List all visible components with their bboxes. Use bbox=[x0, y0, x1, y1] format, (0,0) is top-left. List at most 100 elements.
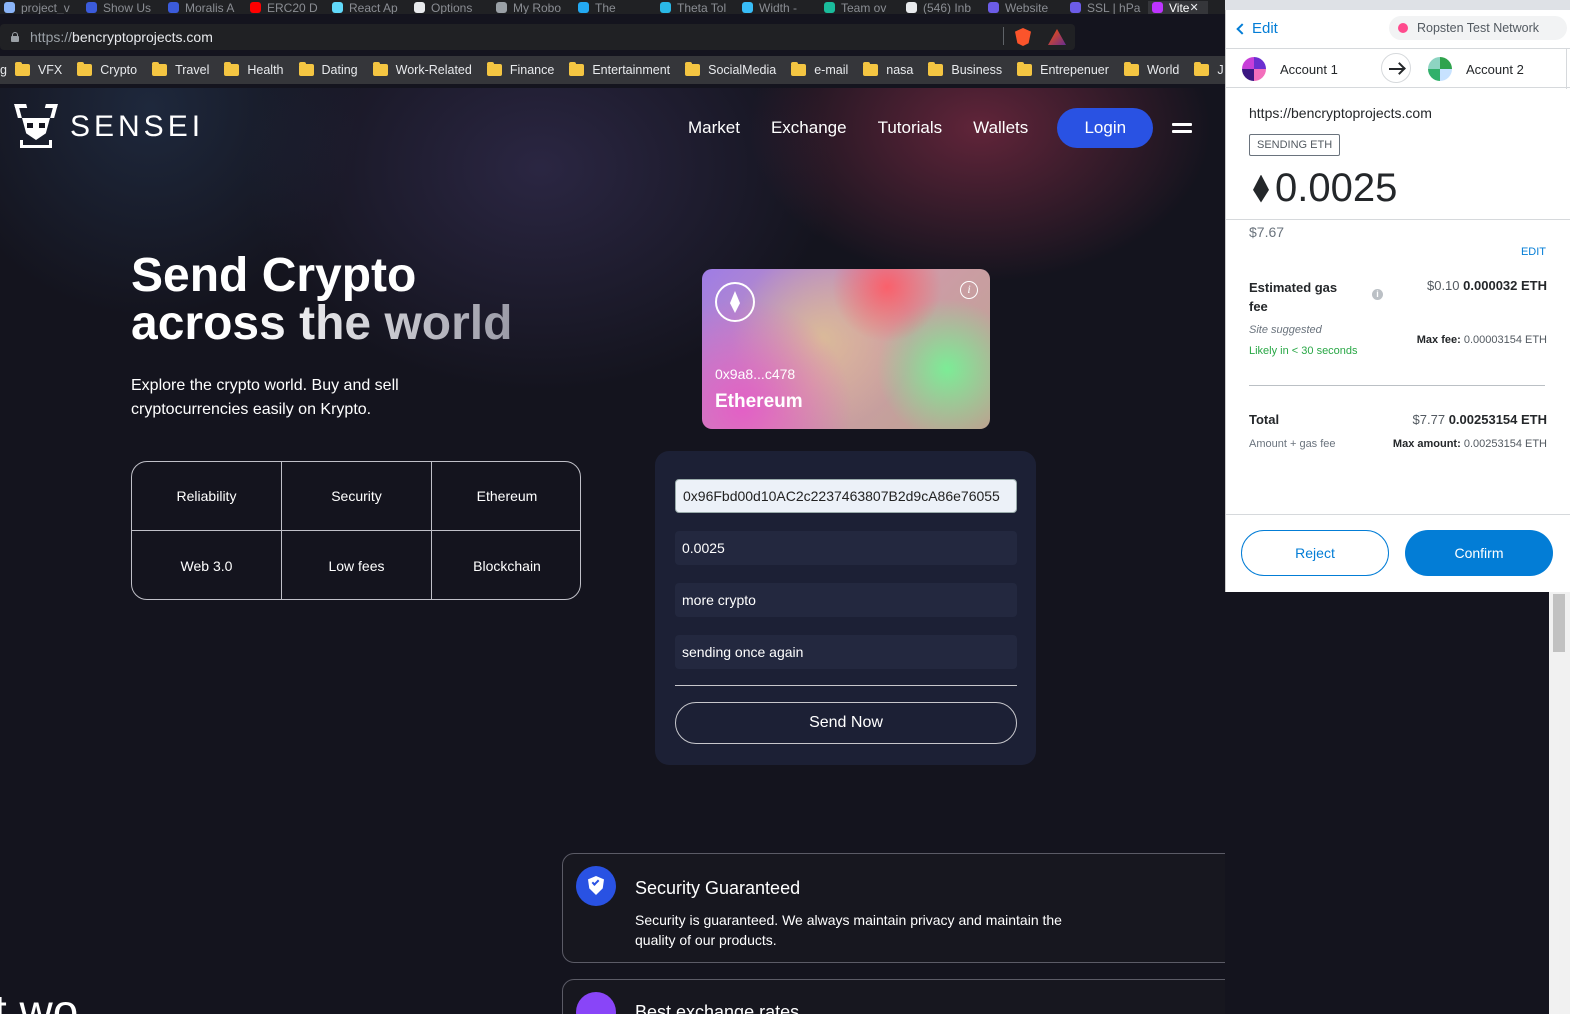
reject-button[interactable]: Reject bbox=[1241, 530, 1389, 576]
browser-tab[interactable]: ERC20 D bbox=[246, 1, 328, 14]
browser-tab[interactable]: Options bbox=[410, 1, 492, 14]
browser-tab[interactable]: My Robo bbox=[492, 0, 574, 15]
bookmark-folder[interactable]: J bbox=[1194, 62, 1224, 77]
bookmark-label: Entertainment bbox=[592, 63, 671, 77]
service-description: Security is guaranteed. We always mainta… bbox=[635, 912, 1062, 948]
browser-tab[interactable]: SSL | hPa bbox=[1066, 0, 1148, 15]
info-icon[interactable]: i bbox=[960, 281, 978, 299]
bookmark-folder[interactable]: Entertainment bbox=[569, 62, 671, 77]
send-form: 0x96Fbd00d10AC2c2237463807B2d9cA86e76055… bbox=[655, 451, 1036, 765]
address-to-input[interactable]: 0x96Fbd00d10AC2c2237463807B2d9cA86e76055 bbox=[675, 479, 1017, 513]
bookmark-folder[interactable]: Dating bbox=[298, 62, 358, 77]
bookmark-label: J bbox=[1217, 63, 1224, 77]
keyword-input[interactable]: more crypto bbox=[675, 583, 1017, 617]
bookmark-folder[interactable]: g bbox=[0, 63, 7, 77]
browser-tab[interactable]: Theta Tol bbox=[656, 0, 738, 15]
bookmark-label: Entrepenuer bbox=[1040, 63, 1109, 77]
browser-tab[interactable]: The bbox=[574, 1, 656, 14]
browser-tab[interactable]: Moralis A bbox=[164, 1, 246, 14]
brave-shield-icon[interactable] bbox=[1015, 28, 1031, 46]
total-value: $7.77 0.00253154 ETH bbox=[1413, 412, 1547, 427]
service-card-exchange: Best exchange rates bbox=[562, 979, 1225, 1014]
bookmark-folder[interactable]: Finance bbox=[486, 62, 555, 77]
login-button[interactable]: Login bbox=[1057, 108, 1154, 148]
browser-tab[interactable]: Website bbox=[984, 0, 1066, 15]
tab-title: Show Us bbox=[103, 0, 152, 15]
bookmark-folder[interactable]: Business bbox=[928, 62, 1002, 77]
network-name: Ropsten Test Network bbox=[1417, 21, 1540, 35]
network-indicator[interactable]: Ropsten Test Network bbox=[1389, 16, 1567, 40]
confirm-button[interactable]: Confirm bbox=[1405, 530, 1553, 576]
tab-title: Website bbox=[1005, 0, 1049, 15]
browser-tab[interactable]: Team ov bbox=[820, 1, 902, 14]
avatar bbox=[1242, 57, 1266, 81]
feature-cell: Security bbox=[282, 462, 432, 531]
nav-market[interactable]: Market bbox=[688, 118, 740, 138]
site-suggested-label[interactable]: Site suggested bbox=[1249, 324, 1322, 336]
nav-exchange[interactable]: Exchange bbox=[771, 118, 847, 138]
browser-tab[interactable]: Vite ✕ bbox=[1148, 0, 1208, 14]
tab-title: Width - bbox=[759, 0, 798, 15]
tab-title: SSL | hPa bbox=[1087, 0, 1141, 15]
bookmark-folder[interactable]: nasa bbox=[863, 62, 913, 77]
bookmark-folder[interactable]: Crypto bbox=[77, 62, 138, 77]
bookmark-folder[interactable]: World bbox=[1123, 62, 1180, 77]
bookmark-folder[interactable]: Entrepenuer bbox=[1017, 62, 1109, 77]
bookmark-folder[interactable]: SocialMedia bbox=[685, 62, 776, 77]
bookmark-folder[interactable]: Health bbox=[224, 62, 284, 77]
browser-tab[interactable]: Show Us bbox=[82, 0, 164, 15]
bookmark-label: Health bbox=[247, 63, 284, 77]
site-logo[interactable]: SENSEI bbox=[14, 104, 204, 150]
edit-gas-link[interactable]: EDIT bbox=[1521, 246, 1546, 258]
tab-title: project_v bbox=[21, 0, 70, 15]
hamburger-menu-icon[interactable] bbox=[1172, 121, 1193, 135]
max-fee-label: Max fee: bbox=[1416, 334, 1461, 346]
popup-titlebar[interactable] bbox=[1225, 0, 1570, 10]
url-text[interactable]: https://bencryptoprojects.com bbox=[30, 29, 213, 45]
tab-favicon-icon bbox=[250, 2, 261, 13]
from-account: Account 1 bbox=[1242, 57, 1338, 81]
total-sub-label: Amount + gas fee bbox=[1249, 438, 1336, 450]
browser-tab[interactable]: Width - bbox=[738, 0, 820, 15]
feature-cell: Web 3.0 bbox=[132, 531, 282, 599]
bookmark-folder[interactable]: VFX bbox=[14, 62, 62, 77]
bookmark-label: World bbox=[1146, 63, 1180, 77]
send-now-button[interactable]: Send Now bbox=[675, 702, 1017, 744]
nav-wallets[interactable]: Wallets bbox=[973, 118, 1028, 138]
browser-tab[interactable]: project_v bbox=[0, 0, 82, 15]
tab-title: Theta Tol bbox=[677, 0, 727, 15]
amount-input[interactable]: 0.0025 bbox=[675, 531, 1017, 565]
bookmark-label: Finance bbox=[509, 63, 555, 77]
bookmark-folder[interactable]: Work-Related bbox=[372, 62, 472, 77]
message-input[interactable]: sending once again bbox=[675, 635, 1017, 669]
scrollbar[interactable] bbox=[1549, 592, 1570, 1014]
tab-title: My Robo bbox=[513, 0, 562, 15]
feature-cell: Blockchain bbox=[473, 557, 541, 574]
browser-tab[interactable]: React Ap bbox=[328, 1, 410, 14]
fiat-amount: $7.67 bbox=[1249, 224, 1285, 240]
network-dot-icon bbox=[1398, 23, 1408, 33]
bookmark-folder[interactable]: Travel bbox=[152, 62, 209, 77]
bookmark-label: Crypto bbox=[100, 63, 138, 77]
brave-rewards-icon[interactable] bbox=[1048, 29, 1066, 45]
browser-tab[interactable]: (546) Inb bbox=[902, 0, 984, 15]
scrollbar-thumb[interactable] bbox=[1553, 594, 1565, 652]
lock-icon[interactable] bbox=[10, 32, 20, 42]
info-icon[interactable]: i bbox=[1372, 289, 1383, 300]
close-tab-icon[interactable]: ✕ bbox=[1189, 1, 1201, 14]
folder-icon bbox=[1194, 62, 1210, 76]
bookmark-label: e-mail bbox=[814, 63, 849, 77]
divider bbox=[1249, 385, 1545, 386]
tab-title: (546) Inb bbox=[923, 0, 972, 15]
bookmark-label: g bbox=[0, 63, 7, 77]
address-bar[interactable]: https://bencryptoprojects.com bbox=[0, 24, 1075, 50]
feature-cell: Low fees bbox=[282, 531, 432, 599]
section-heading-partial: t wo bbox=[0, 985, 79, 1014]
bookmark-folder[interactable]: e-mail bbox=[791, 62, 849, 77]
edit-back-button[interactable]: Edit bbox=[1236, 20, 1278, 37]
popup-header: Edit Ropsten Test Network bbox=[1226, 10, 1570, 48]
tab-favicon-icon bbox=[332, 2, 343, 13]
nav-tutorials[interactable]: Tutorials bbox=[878, 118, 943, 138]
search-icon bbox=[576, 992, 616, 1014]
features-grid: Reliability Security Ethereum Web 3.0 Low fe… bbox=[131, 461, 581, 600]
